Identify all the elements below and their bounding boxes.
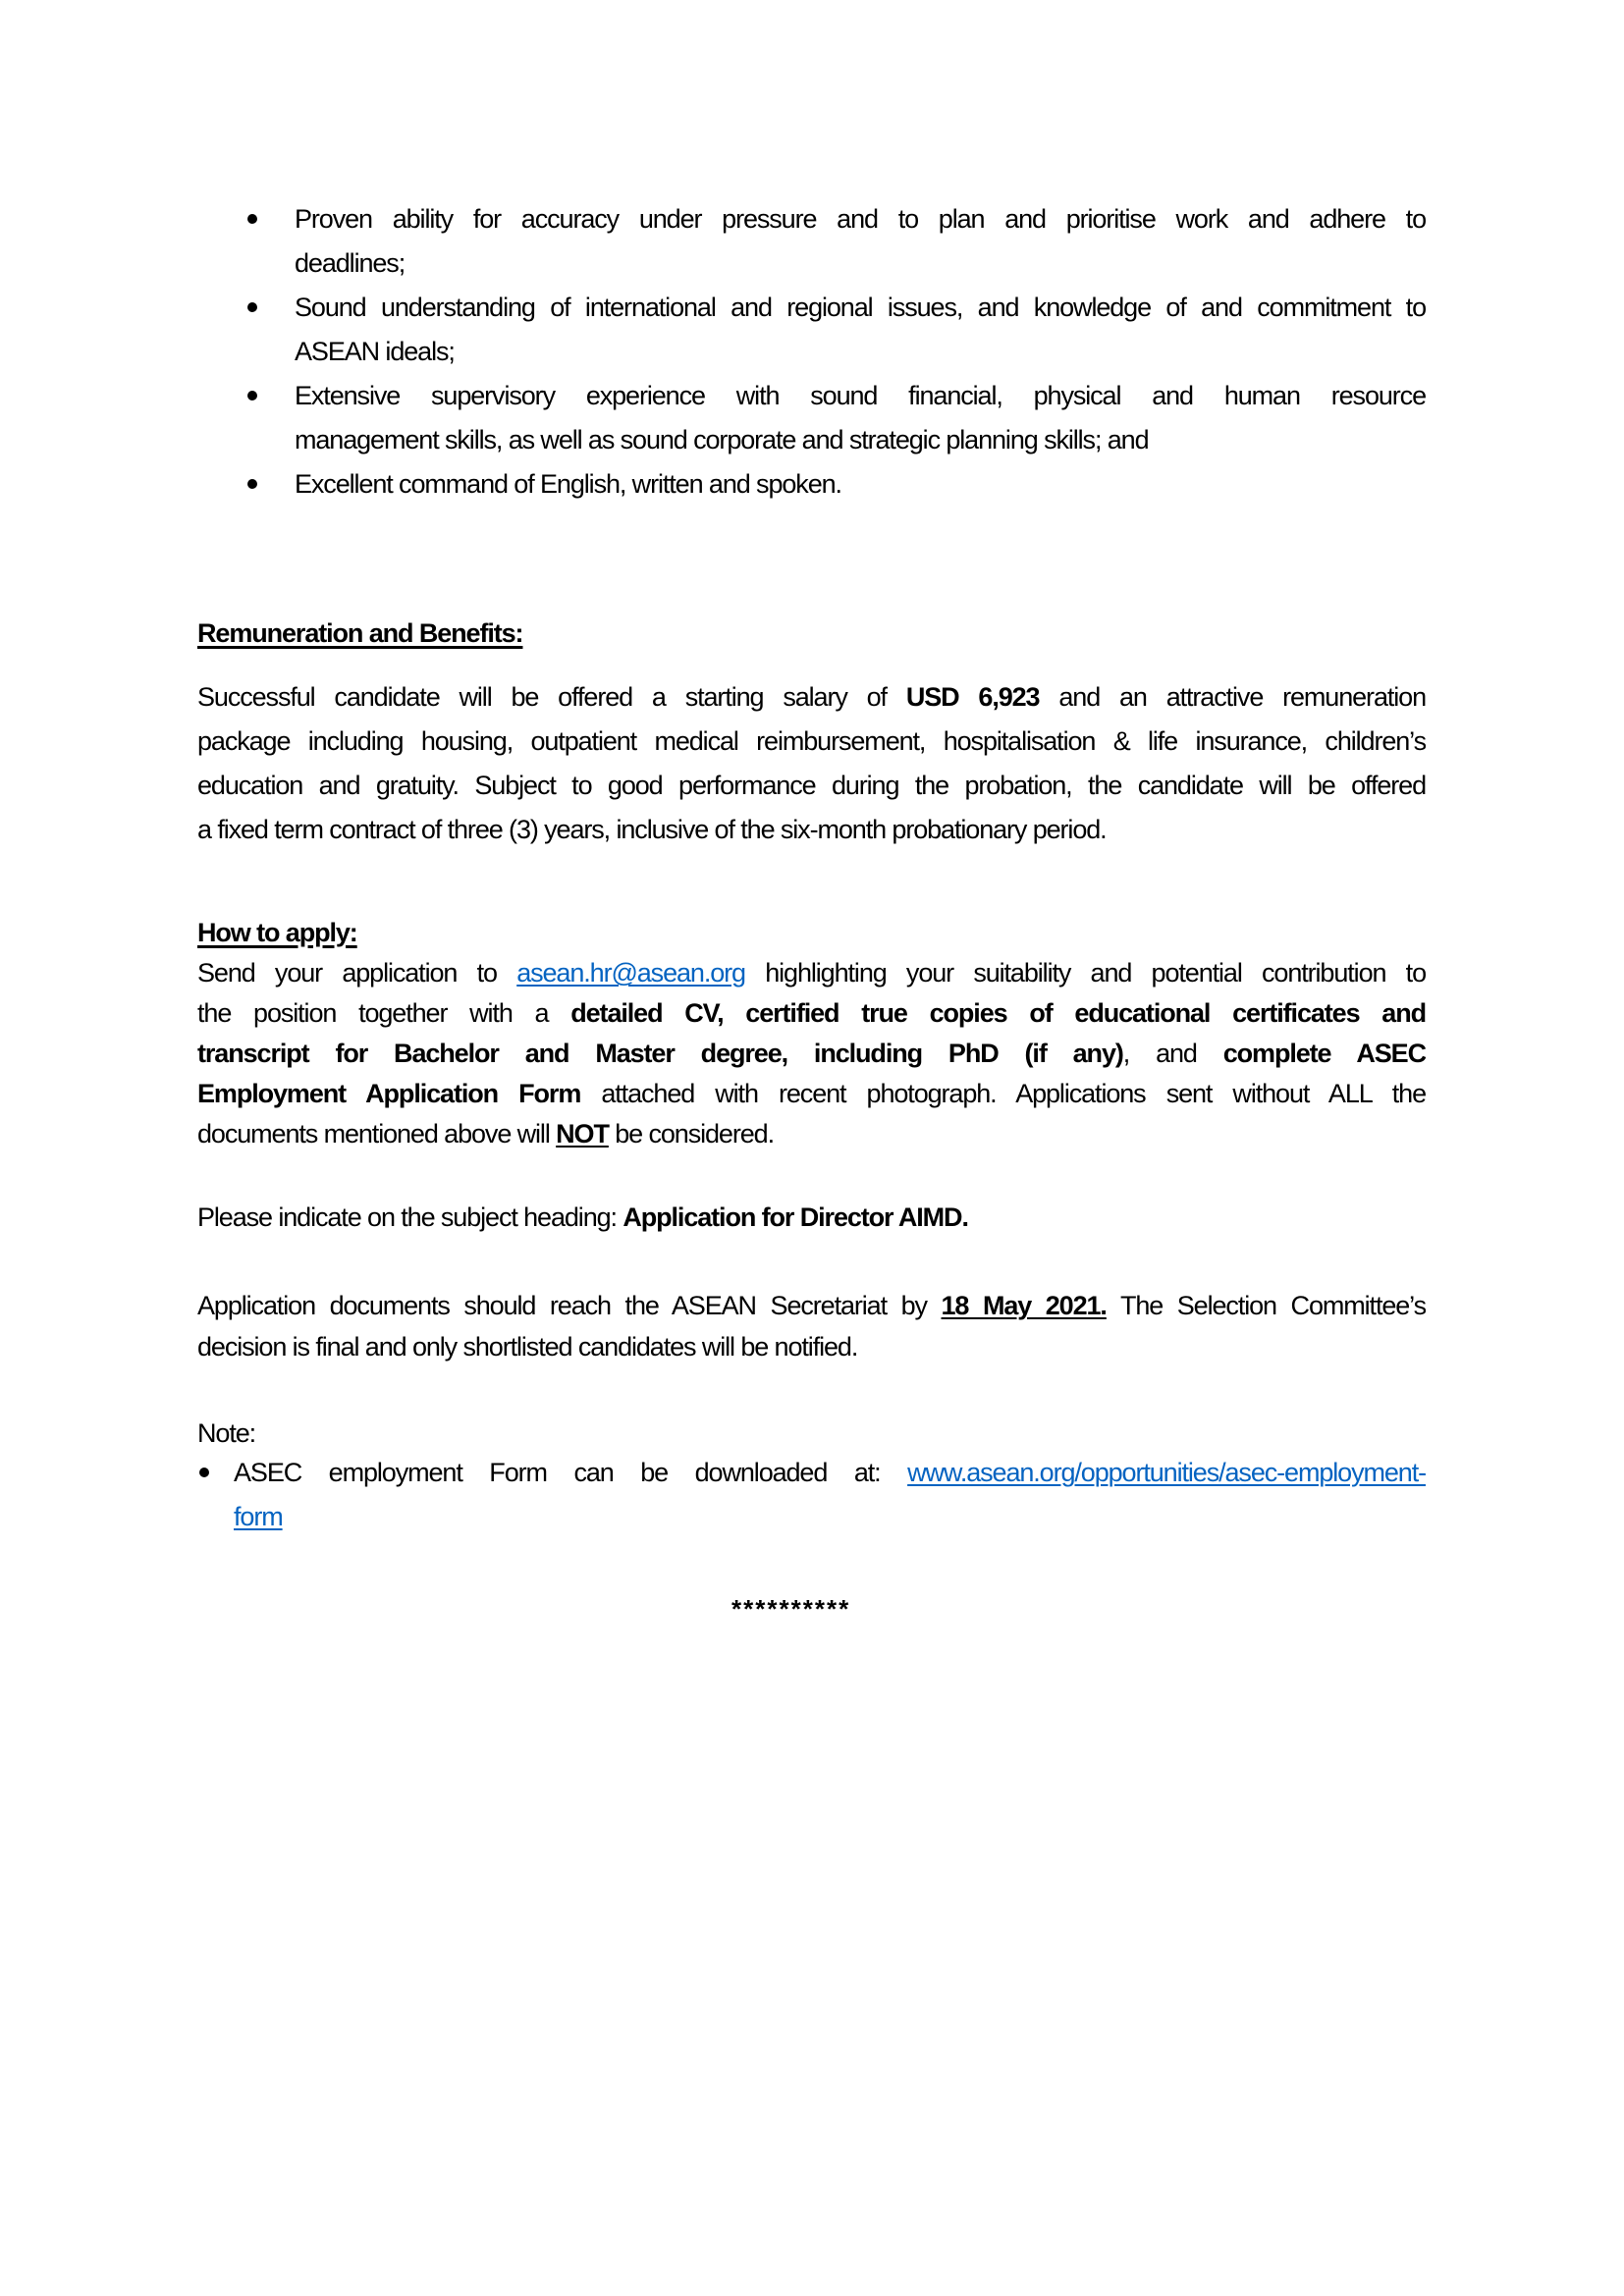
text-segment: education and gratuity. Subject to good … <box>197 771 1426 800</box>
how-to-apply-line: Send your application to asean.hr@asean.… <box>197 956 1426 989</box>
text-segment: , and <box>1122 1039 1223 1068</box>
remuneration-line: a fixed term contract of three (3) years… <box>197 813 1108 846</box>
text-segment: ASEAN ideals; <box>295 337 456 366</box>
text-segment: decision is final and only shortlisted c… <box>197 1332 858 1362</box>
employment-form-link[interactable]: www.asean.org/opportunities/asec-employm… <box>907 1458 1426 1487</box>
bullet-icon <box>247 391 257 400</box>
text-segment: package including housing, outpatient me… <box>197 726 1426 756</box>
emphasized-text: detailed CV, certified true copies of ed… <box>570 998 1426 1028</box>
remuneration-heading: Remuneration and Benefits: <box>197 618 524 648</box>
remuneration-line: package including housing, outpatient me… <box>197 724 1426 758</box>
how-to-apply-line: the position together with a detailed CV… <box>197 996 1426 1030</box>
text-segment: Send your application to <box>197 958 517 988</box>
text-segment: and an attractive remuneration <box>1039 682 1426 712</box>
emphasized-text: transcript for Bachelor and Master degre… <box>197 1039 1124 1068</box>
emphasized-text: Employment Application Form <box>197 1079 581 1108</box>
text-segment: Extensive supervisory experience with so… <box>295 381 1426 410</box>
deadline-line: decision is final and only shortlisted c… <box>197 1330 858 1363</box>
emphasized-text: USD 6,923 <box>905 682 1041 712</box>
requirement-line: Sound understanding of international and… <box>295 291 1426 324</box>
subject-instruction: Please indicate on the subject heading: … <box>197 1201 969 1234</box>
text-segment: be considered. <box>608 1119 775 1148</box>
text-segment: Application documents should reach the A… <box>197 1291 942 1320</box>
text-segment: Successful candidate will be offered a s… <box>197 682 906 712</box>
text-segment: a fixed term contract of three (3) years… <box>197 815 1108 844</box>
text-segment: Proven ability for accuracy under pressu… <box>295 204 1426 234</box>
text-segment: Sound understanding of international and… <box>295 293 1426 322</box>
text-segment: the position together with a <box>197 998 571 1028</box>
remuneration-line: Successful candidate will be offered a s… <box>197 680 1426 714</box>
how-to-apply-heading: How to apply: <box>197 918 358 947</box>
requirement-line: ASEAN ideals; <box>295 335 456 368</box>
emphasized-text: NOT <box>556 1119 610 1148</box>
end-marker: ********** <box>731 1594 851 1624</box>
requirement-line: Excellent command of English, written an… <box>295 467 842 501</box>
bullet-icon <box>247 214 257 224</box>
how-to-apply-line: documents mentioned above will NOT be co… <box>197 1117 775 1150</box>
text-segment: attached with recent photograph. Applica… <box>580 1079 1426 1108</box>
note-line: ASEC employment Form can be downloaded a… <box>234 1456 1426 1489</box>
emphasized-text: complete ASEC <box>1222 1039 1426 1068</box>
text-segment: The Selection Committee’s <box>1106 1291 1426 1320</box>
requirement-line: Extensive supervisory experience with so… <box>295 379 1426 412</box>
bullet-icon <box>199 1468 209 1477</box>
note-line: form <box>234 1500 284 1533</box>
how-to-apply-line: Employment Application Form attached wit… <box>197 1077 1426 1110</box>
text-segment: documents mentioned above will <box>197 1119 557 1148</box>
emphasized-text: Application for Director AIMD. <box>623 1202 969 1232</box>
employment-form-link[interactable]: form <box>234 1502 284 1531</box>
text-segment: deadlines; <box>295 248 406 278</box>
document-page: Proven ability for accuracy under pressu… <box>0 0 1624 2296</box>
text-segment: Excellent command of English, written an… <box>295 469 842 499</box>
how-to-apply-line: transcript for Bachelor and Master degre… <box>197 1037 1426 1070</box>
text-segment: management skills, as well as sound corp… <box>295 425 1150 454</box>
bullet-icon <box>247 302 257 312</box>
bullet-icon <box>247 479 257 489</box>
remuneration-line: education and gratuity. Subject to good … <box>197 769 1426 802</box>
requirement-line: Proven ability for accuracy under pressu… <box>295 202 1426 236</box>
note-label: Note: <box>197 1418 256 1448</box>
deadline-line: Application documents should reach the A… <box>197 1289 1426 1322</box>
text-segment: Please indicate on the subject heading: <box>197 1202 623 1232</box>
emphasized-text: 18 May 2021. <box>941 1291 1108 1320</box>
requirement-line: deadlines; <box>295 246 406 280</box>
text-segment: ASEC employment Form can be downloaded a… <box>234 1458 908 1487</box>
text-segment: highlighting your suitability and potent… <box>744 958 1426 988</box>
requirement-line: management skills, as well as sound corp… <box>295 423 1150 456</box>
email-link[interactable]: asean.hr@asean.org <box>516 958 746 988</box>
